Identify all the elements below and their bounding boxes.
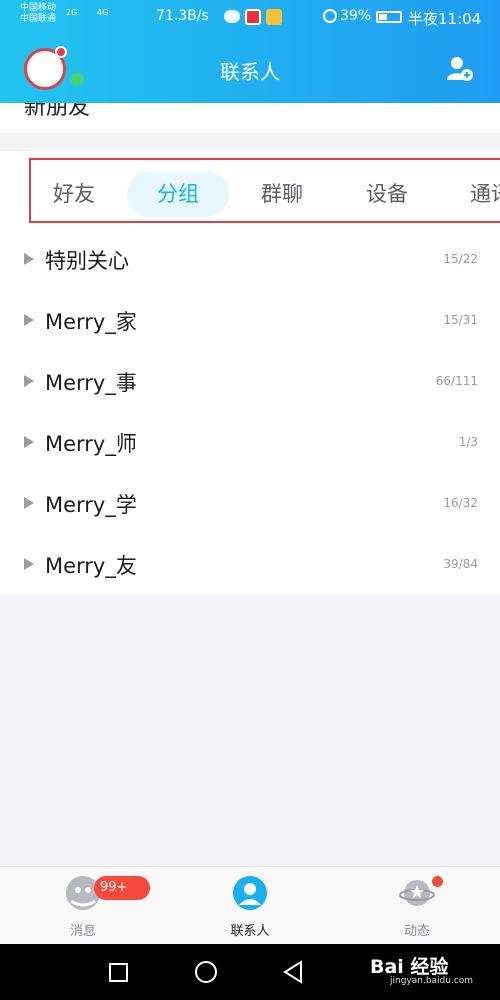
group-name: Merry_师 (45, 432, 137, 456)
bottom-nav: 消息 99+ 联系人 动态 (0, 866, 500, 944)
battery-icon (376, 11, 402, 23)
clock: 半夜11:04 (408, 10, 482, 28)
group-row[interactable]: 特别关心 15/22 (0, 229, 500, 290)
group-name: Merry_家 (45, 310, 137, 334)
nav-contacts[interactable]: 联系人 (190, 875, 310, 939)
mail-icon (266, 9, 282, 25)
group-name: 特别关心 (45, 249, 129, 273)
group-count: 66/111 (435, 374, 478, 388)
watermark-brand: Bai 经验 (370, 956, 449, 978)
group-row[interactable]: Merry_事 66/111 (0, 351, 500, 412)
add-contact-icon[interactable] (446, 56, 474, 82)
group-count: 39/84 (443, 557, 478, 571)
home-icon[interactable] (195, 961, 217, 983)
nav-moments[interactable]: 动态 (357, 875, 477, 939)
contacts-icon (233, 876, 267, 910)
new-friends-row[interactable]: 新朋友 (0, 103, 500, 133)
group-count: 15/31 (443, 313, 478, 327)
recent-apps-icon[interactable] (109, 963, 128, 982)
nav-contacts-label: 联系人 (230, 924, 270, 939)
group-row[interactable]: Merry_家 15/31 (0, 290, 500, 351)
alarm-icon (323, 9, 337, 23)
header: 联系人 (0, 36, 500, 103)
signal-4g-icon: 4G (97, 8, 109, 17)
group-name: Merry_事 (45, 371, 137, 395)
tab-groups[interactable]: 分组 (127, 171, 229, 217)
group-count: 1/3 (458, 435, 478, 449)
battery-percent: 39% (340, 8, 372, 24)
tab-group-chats[interactable]: 群聊 (244, 171, 320, 217)
app-notification-icon (245, 9, 261, 25)
group-name: Merry_友 (45, 554, 137, 578)
group-row[interactable]: Merry_学 16/32 (0, 473, 500, 534)
expand-arrow-icon (24, 436, 34, 448)
moments-notification-dot (432, 876, 443, 887)
signal-2g-icon: 2G (66, 8, 78, 17)
expand-arrow-icon (24, 497, 34, 509)
tab-devices[interactable]: 设备 (349, 171, 425, 217)
expand-arrow-icon (24, 314, 34, 326)
group-row[interactable]: Merry_友 39/84 (0, 534, 500, 595)
carrier-1: 中国移动 (20, 3, 57, 13)
status-bar: 中国移动 中国联通 2G 4G 71.3B/s 39% 半夜11:04 (0, 0, 500, 36)
expand-arrow-icon (24, 253, 34, 265)
new-friends-label: 新朋友 (24, 103, 91, 120)
expand-arrow-icon (24, 558, 34, 570)
tab-friends[interactable]: 好友 (36, 171, 112, 217)
group-name: Merry_学 (45, 493, 137, 517)
contact-tabs: 好友 分组 群聊 设备 通讯 (0, 151, 500, 229)
network-speed: 71.3B/s (156, 8, 209, 24)
top-bar: 中国移动 中国联通 2G 4G 71.3B/s 39% 半夜11:04 联系人 (0, 0, 500, 103)
system-nav-bar: Bai 经验 jingyan.baidu.com (0, 944, 500, 1000)
group-count: 15/22 (443, 252, 478, 266)
page-title: 联系人 (220, 60, 280, 84)
tab-contacts-book[interactable]: 通讯 (456, 171, 500, 217)
nav-messages-label: 消息 (69, 924, 96, 939)
moments-icon (399, 880, 435, 906)
messages-badge: 99+ (94, 876, 150, 900)
expand-arrow-icon (24, 375, 34, 387)
group-row[interactable]: Merry_师 1/3 (0, 412, 500, 473)
group-list: 特别关心 15/22 Merry_家 15/31 Merry_事 66/111 … (0, 229, 500, 595)
watermark-url: jingyan.baidu.com (390, 976, 474, 986)
group-count: 16/32 (443, 496, 478, 510)
nav-moments-label: 动态 (403, 924, 430, 939)
carrier-2: 中国联通 (20, 14, 57, 24)
wechat-icon (224, 10, 240, 23)
carrier-labels: 中国移动 中国联通 (20, 3, 56, 25)
back-icon[interactable] (283, 960, 303, 984)
